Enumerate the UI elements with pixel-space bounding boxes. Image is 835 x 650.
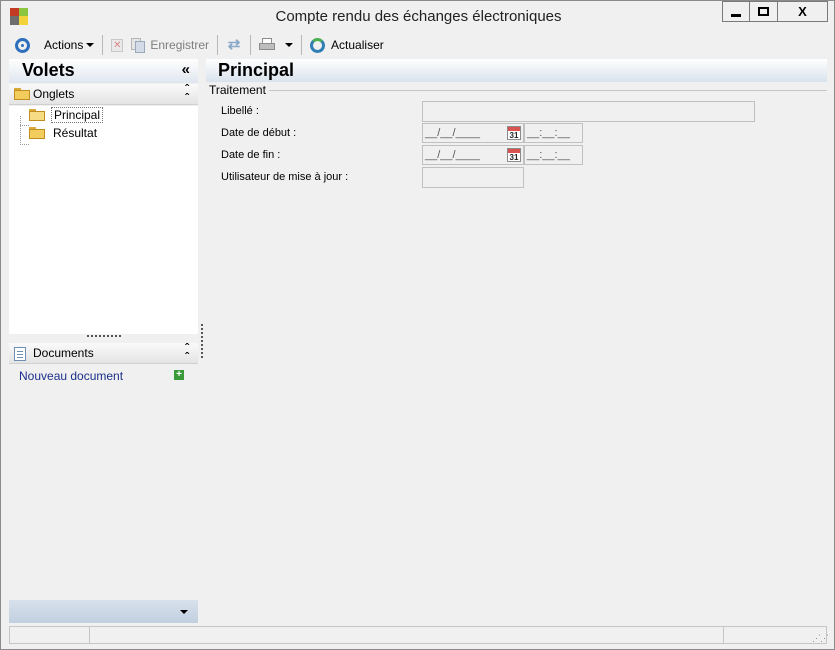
close-icon: X xyxy=(798,4,807,19)
tree-item-principal[interactable]: Principal xyxy=(29,107,104,123)
collapse-panel-button[interactable]: « xyxy=(182,61,190,78)
tree-item-resultat[interactable]: Résultat xyxy=(29,125,99,141)
end-time-field[interactable]: __:__:__ xyxy=(524,145,583,165)
update-user-field[interactable] xyxy=(422,167,524,188)
end-date-field[interactable]: __/__/____ 31 xyxy=(422,145,524,165)
refresh-icon xyxy=(310,37,326,53)
save-icon xyxy=(131,37,146,53)
label-update-user: Utilisateur de mise à jour : xyxy=(221,171,349,183)
panes-sidebar: Volets « Onglets ˆˆ Principal Résultat D xyxy=(9,59,198,623)
group-divider xyxy=(269,90,827,91)
tabs-section-label: Onglets xyxy=(33,87,75,101)
tabs-section-header[interactable]: Onglets ˆˆ xyxy=(9,83,198,105)
toolbar-separator xyxy=(217,35,219,55)
chevron-double-up-icon[interactable]: ˆˆ xyxy=(185,342,189,363)
chevron-down-icon xyxy=(86,43,95,47)
status-bar: ⋰⋰ xyxy=(1,624,834,649)
main-header: Principal xyxy=(206,59,827,82)
chevron-down-icon xyxy=(285,43,294,47)
end-date-value: __/__/____ xyxy=(425,149,481,161)
panes-header: Volets « xyxy=(9,59,198,83)
add-document-icon[interactable]: + xyxy=(174,370,184,380)
chevron-down-icon xyxy=(180,610,188,614)
refresh-label: Actualiser xyxy=(331,38,384,52)
calendar-icon[interactable]: 31 xyxy=(507,148,521,162)
options-button[interactable] xyxy=(11,34,34,56)
folder-icon xyxy=(29,127,45,139)
status-cell xyxy=(89,626,724,644)
panel-splitter[interactable] xyxy=(201,324,203,358)
delete-button[interactable]: ✕ xyxy=(107,34,127,56)
calendar-icon[interactable]: 31 xyxy=(507,126,521,140)
actions-menu[interactable]: Actions xyxy=(40,34,98,56)
close-button[interactable]: X xyxy=(778,1,828,22)
sync-button[interactable]: ⇄ xyxy=(222,34,246,56)
folder-icon xyxy=(14,88,30,100)
options-ring-icon xyxy=(15,37,30,53)
actions-label: Actions xyxy=(44,38,84,52)
toolbar-separator xyxy=(250,35,252,55)
start-date-value: __/__/____ xyxy=(425,127,481,139)
tabs-tree: Principal Résultat xyxy=(9,106,198,334)
app-window: Compte rendu des échanges électroniques … xyxy=(0,0,835,650)
new-document-link[interactable]: Nouveau document xyxy=(19,369,123,383)
toolbar-separator xyxy=(301,35,303,55)
save-label: Enregistrer xyxy=(150,38,210,52)
tree-item-label: Résultat xyxy=(53,126,98,140)
start-time-field[interactable]: __:__:__ xyxy=(524,123,583,143)
minimize-button[interactable] xyxy=(722,1,750,22)
minimize-icon xyxy=(731,13,741,17)
chevron-double-up-icon[interactable]: ˆˆ xyxy=(185,83,189,104)
toolbar-separator xyxy=(102,35,104,55)
group-title: Traitement xyxy=(209,83,266,97)
sync-icon: ⇄ xyxy=(227,36,241,53)
delete-icon: ✕ xyxy=(111,38,124,52)
app-logo-icon xyxy=(10,8,28,25)
toolbar: Actions ✕ Enregistrer ⇄ Actualiser xyxy=(1,32,834,58)
panes-footer-bar[interactable] xyxy=(9,600,198,623)
label-libelle: Libellé : xyxy=(221,105,259,117)
refresh-button[interactable]: Actualiser xyxy=(306,34,388,56)
section-splitter[interactable] xyxy=(87,335,121,337)
page-title: Principal xyxy=(218,60,295,80)
status-cell xyxy=(9,626,90,644)
label-start-date: Date de début : xyxy=(221,127,297,139)
start-date-field[interactable]: __/__/____ 31 xyxy=(422,123,524,143)
documents-section-header[interactable]: Documents ˆˆ xyxy=(9,342,198,364)
title-bar: Compte rendu des échanges électroniques … xyxy=(1,1,834,32)
maximize-icon xyxy=(758,7,769,16)
libelle-field[interactable] xyxy=(422,101,755,122)
resize-grip-icon[interactable]: ⋰⋰ xyxy=(812,633,829,644)
save-button[interactable]: Enregistrer xyxy=(127,34,213,56)
maximize-button[interactable] xyxy=(750,1,778,22)
tree-item-label: Principal xyxy=(51,107,104,123)
documents-section-label: Documents xyxy=(33,346,94,360)
window-title: Compte rendu des échanges électroniques xyxy=(275,8,562,25)
panes-title: Volets xyxy=(22,60,75,80)
print-icon xyxy=(259,38,276,52)
open-folder-icon xyxy=(29,109,45,121)
print-button[interactable] xyxy=(255,34,297,56)
label-end-date: Date de fin : xyxy=(221,149,281,161)
document-icon xyxy=(14,347,26,361)
